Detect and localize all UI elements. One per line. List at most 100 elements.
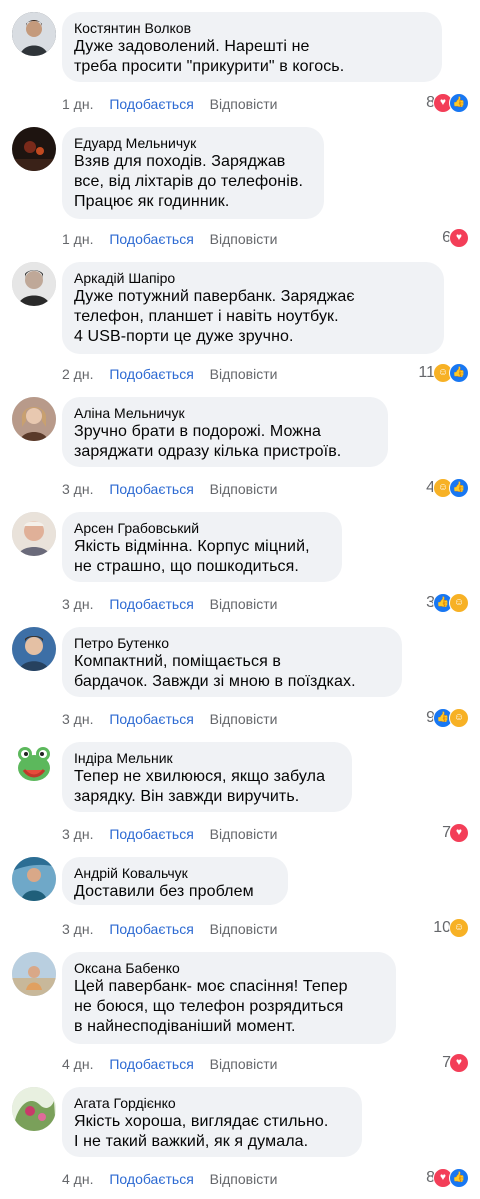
like-button[interactable]: Подобається — [109, 1171, 193, 1187]
like-button[interactable]: Подобається — [109, 1056, 193, 1072]
reactions-summary[interactable]: 8 ♥ 👍 — [426, 93, 469, 113]
reactions-summary[interactable]: 6 ♥ — [442, 228, 469, 248]
comment-author[interactable]: Едуард Мельничук — [74, 134, 312, 152]
reactions-summary[interactable]: 7 ♥ — [442, 823, 469, 843]
avatar[interactable] — [12, 1087, 56, 1131]
comment-actions: 3 дн. Подобається Відповісти — [62, 710, 289, 728]
reply-button[interactable]: Відповісти — [210, 481, 278, 497]
comment-actions: 4 дн. Подобається Відповісти — [62, 1055, 289, 1073]
care-reaction-icon: ☺ — [449, 593, 469, 613]
comment-time[interactable]: 3 дн. — [62, 711, 93, 727]
comment-bubble: Аліна Мельничук Зручно брати в подорожі.… — [62, 397, 388, 467]
comment-time[interactable]: 2 дн. — [62, 366, 93, 382]
like-reaction-icon: 👍 — [449, 1168, 469, 1188]
comment-author[interactable]: Аркадій Шапіро — [74, 269, 432, 287]
reactions-summary[interactable]: 4 ☺ 👍 — [426, 478, 469, 498]
comment-author[interactable]: Андрій Ковальчук — [74, 864, 276, 882]
comment-text: Доставили без проблем — [74, 883, 254, 900]
comment-actions: 1 дн. Подобається Відповісти — [62, 230, 289, 248]
comment-text: Якість відмінна. Корпус міцний, не страш… — [74, 538, 310, 575]
reply-button[interactable]: Відповісти — [210, 96, 278, 112]
avatar[interactable] — [12, 952, 56, 996]
reply-button[interactable]: Відповісти — [210, 231, 278, 247]
avatar[interactable] — [12, 627, 56, 671]
comment-actions: 3 дн. Подобається Відповісти — [62, 825, 289, 843]
comment-text: Цей павербанк- моє спасіння! Тепер не бо… — [74, 978, 348, 1035]
comment-text: Взяв для походів. Заряджав все, від ліхт… — [74, 153, 304, 210]
avatar[interactable] — [12, 857, 56, 901]
comment-text: Дуже задоволений. Нарешті не треба проси… — [74, 38, 345, 75]
care-reaction-icon: ☺ — [449, 708, 469, 728]
comment-author[interactable]: Костянтин Волков — [74, 19, 430, 37]
reactions-summary[interactable]: 3 👍 ☺ — [426, 593, 469, 613]
reactions-summary[interactable]: 11 ☺ 👍 — [418, 363, 469, 383]
reply-button[interactable]: Відповісти — [210, 921, 278, 937]
love-reaction-icon: ♥ — [449, 228, 469, 248]
comment-text: Дуже потужний павербанк. Заряджає телефо… — [74, 288, 355, 345]
comment-time[interactable]: 4 дн. — [62, 1171, 93, 1187]
reply-button[interactable]: Відповісти — [210, 711, 278, 727]
avatar[interactable] — [12, 262, 56, 306]
love-reaction-icon: ♥ — [449, 823, 469, 843]
comment-author[interactable]: Індіра Мельник — [74, 749, 340, 767]
comment-author[interactable]: Аліна Мельничук — [74, 404, 376, 422]
comment-author[interactable]: Оксана Бабенко — [74, 959, 384, 977]
like-button[interactable]: Подобається — [109, 366, 193, 382]
comment-bubble: Андрій Ковальчук Доставили без проблем — [62, 857, 288, 905]
like-button[interactable]: Подобається — [109, 921, 193, 937]
comment-time[interactable]: 3 дн. — [62, 921, 93, 937]
comment-text: Тепер не хвилююся, якщо забула зарядку. … — [74, 768, 326, 805]
comment-bubble: Індіра Мельник Тепер не хвилююся, якщо з… — [62, 742, 352, 812]
comment-author[interactable]: Петро Бутенко — [74, 634, 390, 652]
avatar[interactable] — [12, 127, 56, 171]
comment-bubble: Едуард Мельничук Взяв для походів. Заряд… — [62, 127, 324, 219]
comment-actions: 4 дн. Подобається Відповісти — [62, 1170, 289, 1188]
like-reaction-icon: 👍 — [449, 363, 469, 383]
comment-time[interactable]: 4 дн. — [62, 1056, 93, 1072]
comment-text: Компактний, поміщається в бардачок. Завж… — [74, 653, 356, 690]
comment-text: Якість хороша, виглядає стильно. І не та… — [74, 1113, 329, 1150]
comment-bubble: Агата Гордієнко Якість хороша, виглядає … — [62, 1087, 362, 1157]
reply-button[interactable]: Відповісти — [210, 366, 278, 382]
comment-time[interactable]: 1 дн. — [62, 231, 93, 247]
reply-button[interactable]: Відповісти — [210, 1171, 278, 1187]
reply-button[interactable]: Відповісти — [210, 1056, 278, 1072]
comment-bubble: Аркадій Шапіро Дуже потужний павербанк. … — [62, 262, 444, 354]
comment-actions: 1 дн. Подобається Відповісти — [62, 95, 289, 113]
comment-actions: 3 дн. Подобається Відповісти — [62, 595, 289, 613]
care-reaction-icon: ☺ — [449, 918, 469, 938]
comment-time[interactable]: 1 дн. — [62, 96, 93, 112]
like-button[interactable]: Подобається — [109, 231, 193, 247]
comment-bubble: Оксана Бабенко Цей павербанк- моє спасін… — [62, 952, 396, 1044]
reply-button[interactable]: Відповісти — [210, 596, 278, 612]
comment-actions: 3 дн. Подобається Відповісти — [62, 480, 289, 498]
comment-text: Зручно брати в подорожі. Можна заряджати… — [74, 423, 342, 460]
reply-button[interactable]: Відповісти — [210, 826, 278, 842]
like-reaction-icon: 👍 — [449, 93, 469, 113]
like-reaction-icon: 👍 — [449, 478, 469, 498]
like-button[interactable]: Подобається — [109, 826, 193, 842]
avatar[interactable] — [12, 742, 56, 786]
avatar[interactable] — [12, 397, 56, 441]
comment-time[interactable]: 3 дн. — [62, 596, 93, 612]
comment-bubble: Арсен Грабовський Якість відмінна. Корпу… — [62, 512, 342, 582]
reactions-summary[interactable]: 10 ☺ — [433, 918, 469, 938]
like-button[interactable]: Подобається — [109, 711, 193, 727]
comment-time[interactable]: 3 дн. — [62, 481, 93, 497]
comment-author[interactable]: Агата Гордієнко — [74, 1094, 350, 1112]
love-reaction-icon: ♥ — [449, 1053, 469, 1073]
avatar[interactable] — [12, 12, 56, 56]
comment-actions: 3 дн. Подобається Відповісти — [62, 920, 289, 938]
comment-actions: 2 дн. Подобається Відповісти — [62, 365, 289, 383]
reactions-summary[interactable]: 7 ♥ — [442, 1053, 469, 1073]
like-button[interactable]: Подобається — [109, 481, 193, 497]
reactions-summary[interactable]: 8 ♥ 👍 — [426, 1168, 469, 1188]
like-button[interactable]: Подобається — [109, 596, 193, 612]
comment-author[interactable]: Арсен Грабовський — [74, 519, 330, 537]
reactions-summary[interactable]: 9 👍 ☺ — [426, 708, 469, 728]
comment-time[interactable]: 3 дн. — [62, 826, 93, 842]
avatar[interactable] — [12, 512, 56, 556]
comment-bubble: Петро Бутенко Компактний, поміщається в … — [62, 627, 402, 697]
like-button[interactable]: Подобається — [109, 96, 193, 112]
comment-bubble: Костянтин Волков Дуже задоволений. Нареш… — [62, 12, 442, 82]
